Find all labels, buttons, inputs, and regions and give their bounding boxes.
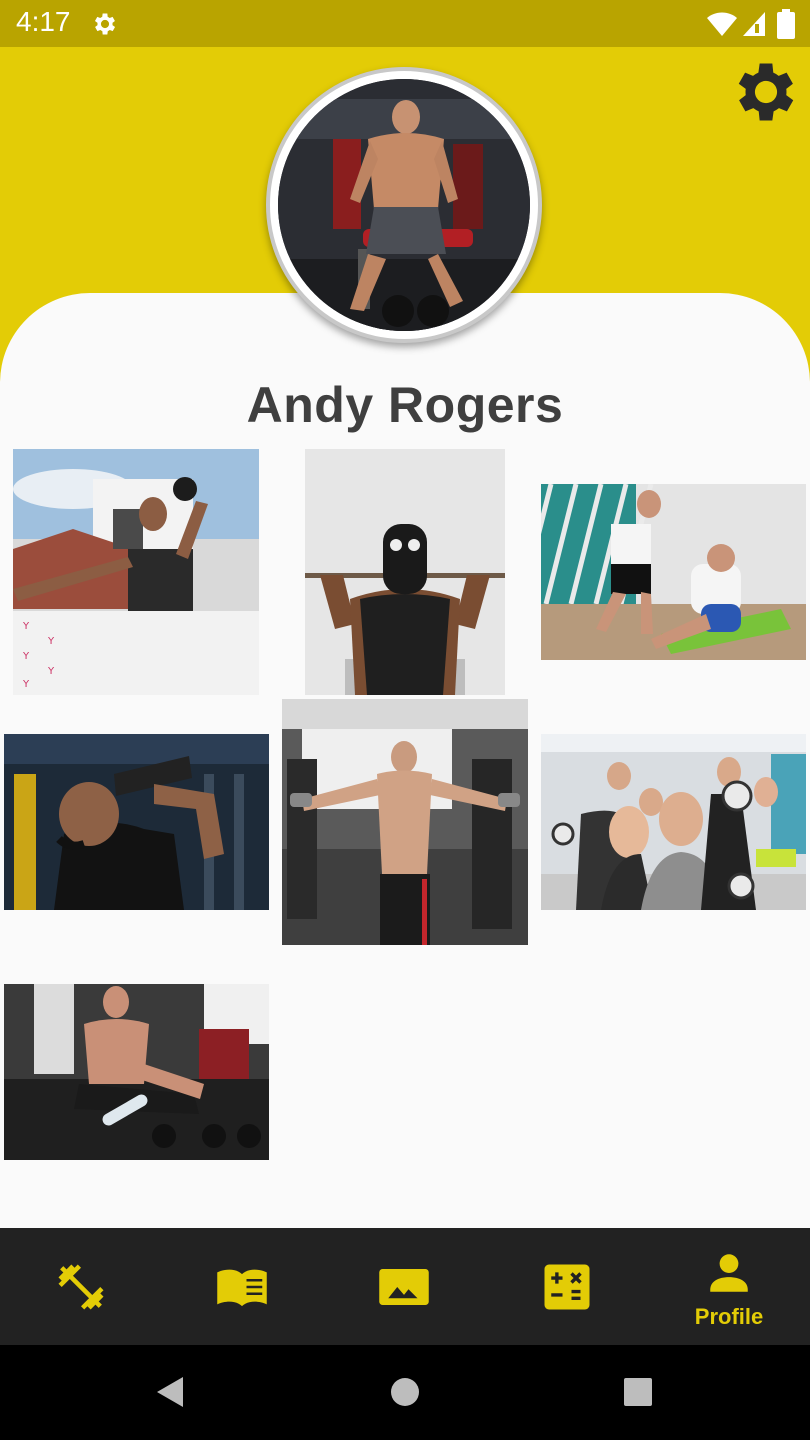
signal-icon xyxy=(743,12,765,36)
gear-icon xyxy=(94,13,116,35)
nav-item-exercises[interactable] xyxy=(162,1228,324,1345)
person-icon xyxy=(710,1254,748,1292)
back-icon[interactable] xyxy=(155,1375,185,1409)
calculator-icon xyxy=(544,1264,590,1310)
book-icon xyxy=(217,1269,267,1307)
gallery-photo-pull-up[interactable] xyxy=(305,449,505,695)
dumbbell-icon xyxy=(58,1264,104,1310)
nav-item-calculator[interactable] xyxy=(486,1228,648,1345)
image-icon xyxy=(379,1269,429,1305)
nav-item-gallery[interactable] xyxy=(324,1228,486,1345)
profile-name: Andy Rogers xyxy=(246,377,564,433)
svg-text:Y: Y xyxy=(47,666,55,677)
svg-text:Y: Y xyxy=(22,621,30,632)
status-time: 4:17 xyxy=(16,6,71,37)
gallery-photo-sit-up-training[interactable] xyxy=(541,484,806,660)
gallery-photo-kettlebell-press[interactable]: Y Y Y Y Y xyxy=(13,449,259,695)
settings-gear-icon[interactable] xyxy=(728,54,804,130)
battery-icon xyxy=(777,9,795,39)
gallery-photo-lateral-raise[interactable] xyxy=(282,699,528,945)
home-icon[interactable] xyxy=(390,1377,420,1407)
gallery-photo-floor-rest[interactable] xyxy=(4,984,269,1160)
wifi-icon xyxy=(707,12,737,36)
system-navigation-bar xyxy=(0,1345,810,1440)
nav-item-workouts[interactable] xyxy=(0,1228,162,1345)
svg-text:Y: Y xyxy=(22,679,30,690)
nav-item-profile[interactable]: Profile xyxy=(648,1228,810,1345)
gallery-photo-group-selfie[interactable] xyxy=(541,734,806,910)
svg-text:Y: Y xyxy=(22,651,30,662)
profile-avatar-frame[interactable] xyxy=(266,67,542,343)
nav-item-label-profile: Profile xyxy=(694,1304,764,1329)
svg-text:Y: Y xyxy=(47,636,55,647)
bottom-navigation: Profile xyxy=(0,1228,810,1345)
gallery-photo-shaker-drink[interactable] xyxy=(4,734,269,910)
recents-icon[interactable] xyxy=(623,1377,653,1407)
status-bar: 4:17 xyxy=(0,0,810,47)
avatar xyxy=(278,79,530,331)
